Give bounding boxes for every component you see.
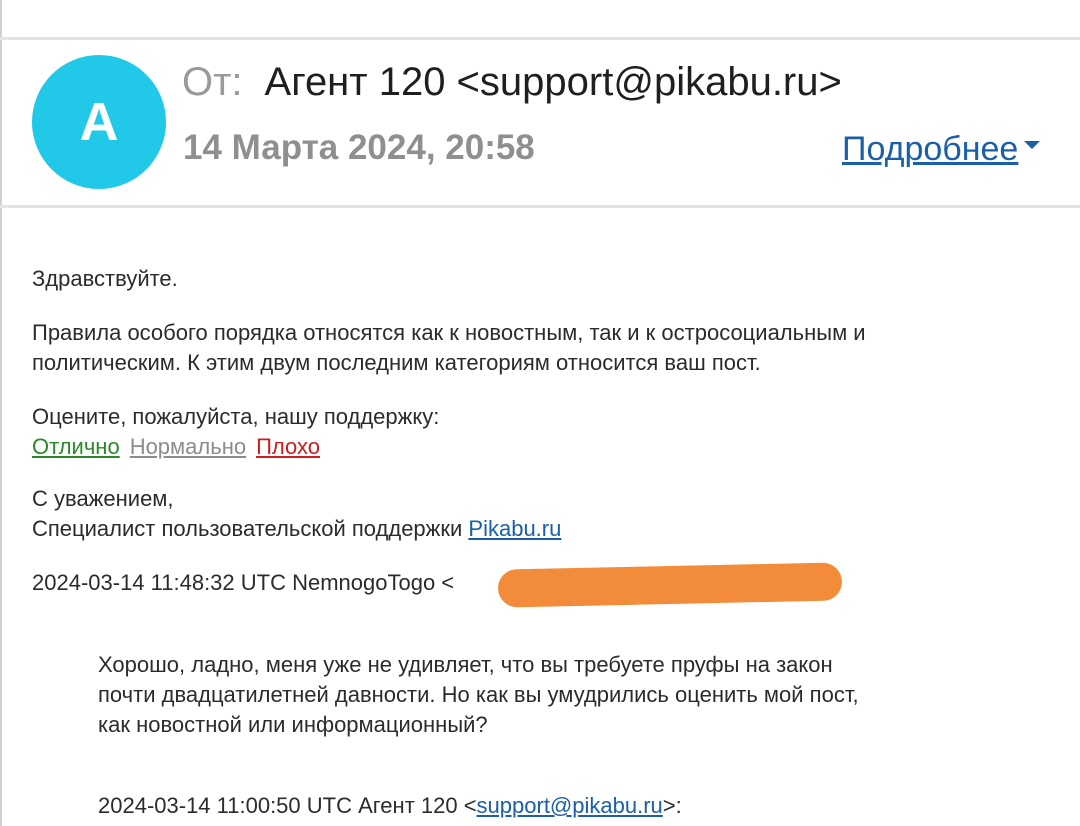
nested-header-prefix: 2024-03-14 11:00:50 UTC Агент 120 < (98, 793, 477, 818)
avatar-letter: A (79, 92, 119, 152)
rating-options: Отлично Нормально Плохо (32, 432, 439, 462)
rate-bad-link[interactable]: Плохо (256, 434, 320, 459)
from-label: От: (182, 60, 243, 104)
pikabu-link[interactable]: Pikabu.ru (468, 516, 561, 541)
sender-name-email[interactable]: Агент 120 <support@pikabu.ru> (265, 60, 842, 104)
message-paragraph: Правила особого порядка относятся как к … (32, 318, 866, 378)
paragraph-line-1: Правила особого порядка относятся как к … (32, 320, 866, 345)
signature-block: С уважением, Специалист пользовательской… (32, 484, 561, 544)
left-border (0, 0, 2, 826)
greeting-text: Здравствуйте. (32, 266, 178, 291)
details-label: Подробнее (842, 130, 1019, 168)
rate-excellent-link[interactable]: Отлично (32, 434, 120, 459)
support-email-link[interactable]: support@pikabu.ru (477, 793, 663, 818)
message-date: 14 Марта 2024, 20:58 (183, 128, 535, 167)
sender-avatar: A (32, 55, 166, 189)
header-top-divider (0, 37, 1080, 40)
signature-prefix: Специалист пользовательской поддержки (32, 516, 469, 541)
header-bottom-divider (0, 205, 1080, 208)
chevron-down-icon (1024, 141, 1041, 150)
reply-header: 2024-03-14 11:48:32 UTC NemnogoTogo < (32, 570, 455, 595)
nested-reply-header: 2024-03-14 11:00:50 UTC Агент 120 <suppo… (98, 791, 682, 821)
rating-prompt: Оцените, пожалуйста, нашу поддержку: (32, 404, 440, 429)
quoted-line-2: почти двадцатилетней давности. Но как вы… (98, 682, 859, 707)
rate-normal-link[interactable]: Нормально (130, 434, 246, 459)
signoff-text: С уважением, (32, 486, 174, 511)
rating-block: Оцените, пожалуйста, нашу поддержку: Отл… (32, 402, 439, 462)
from-line: От: Агент 120 <support@pikabu.ru> (182, 60, 842, 105)
paragraph-line-2: политическим. К этим двум последним кате… (32, 350, 761, 375)
quoted-line-3: как новостной или информационный? (98, 712, 488, 737)
details-toggle-link[interactable]: Подробнее (842, 130, 1041, 169)
quoted-message: Хорошо, ладно, меня уже не удивляет, что… (98, 650, 859, 740)
nested-header-suffix: >: (662, 793, 682, 818)
redaction-mark (497, 562, 843, 608)
signature-line: Специалист пользовательской поддержки Pi… (32, 514, 561, 544)
quoted-line-1: Хорошо, ладно, меня уже не удивляет, что… (98, 652, 833, 677)
